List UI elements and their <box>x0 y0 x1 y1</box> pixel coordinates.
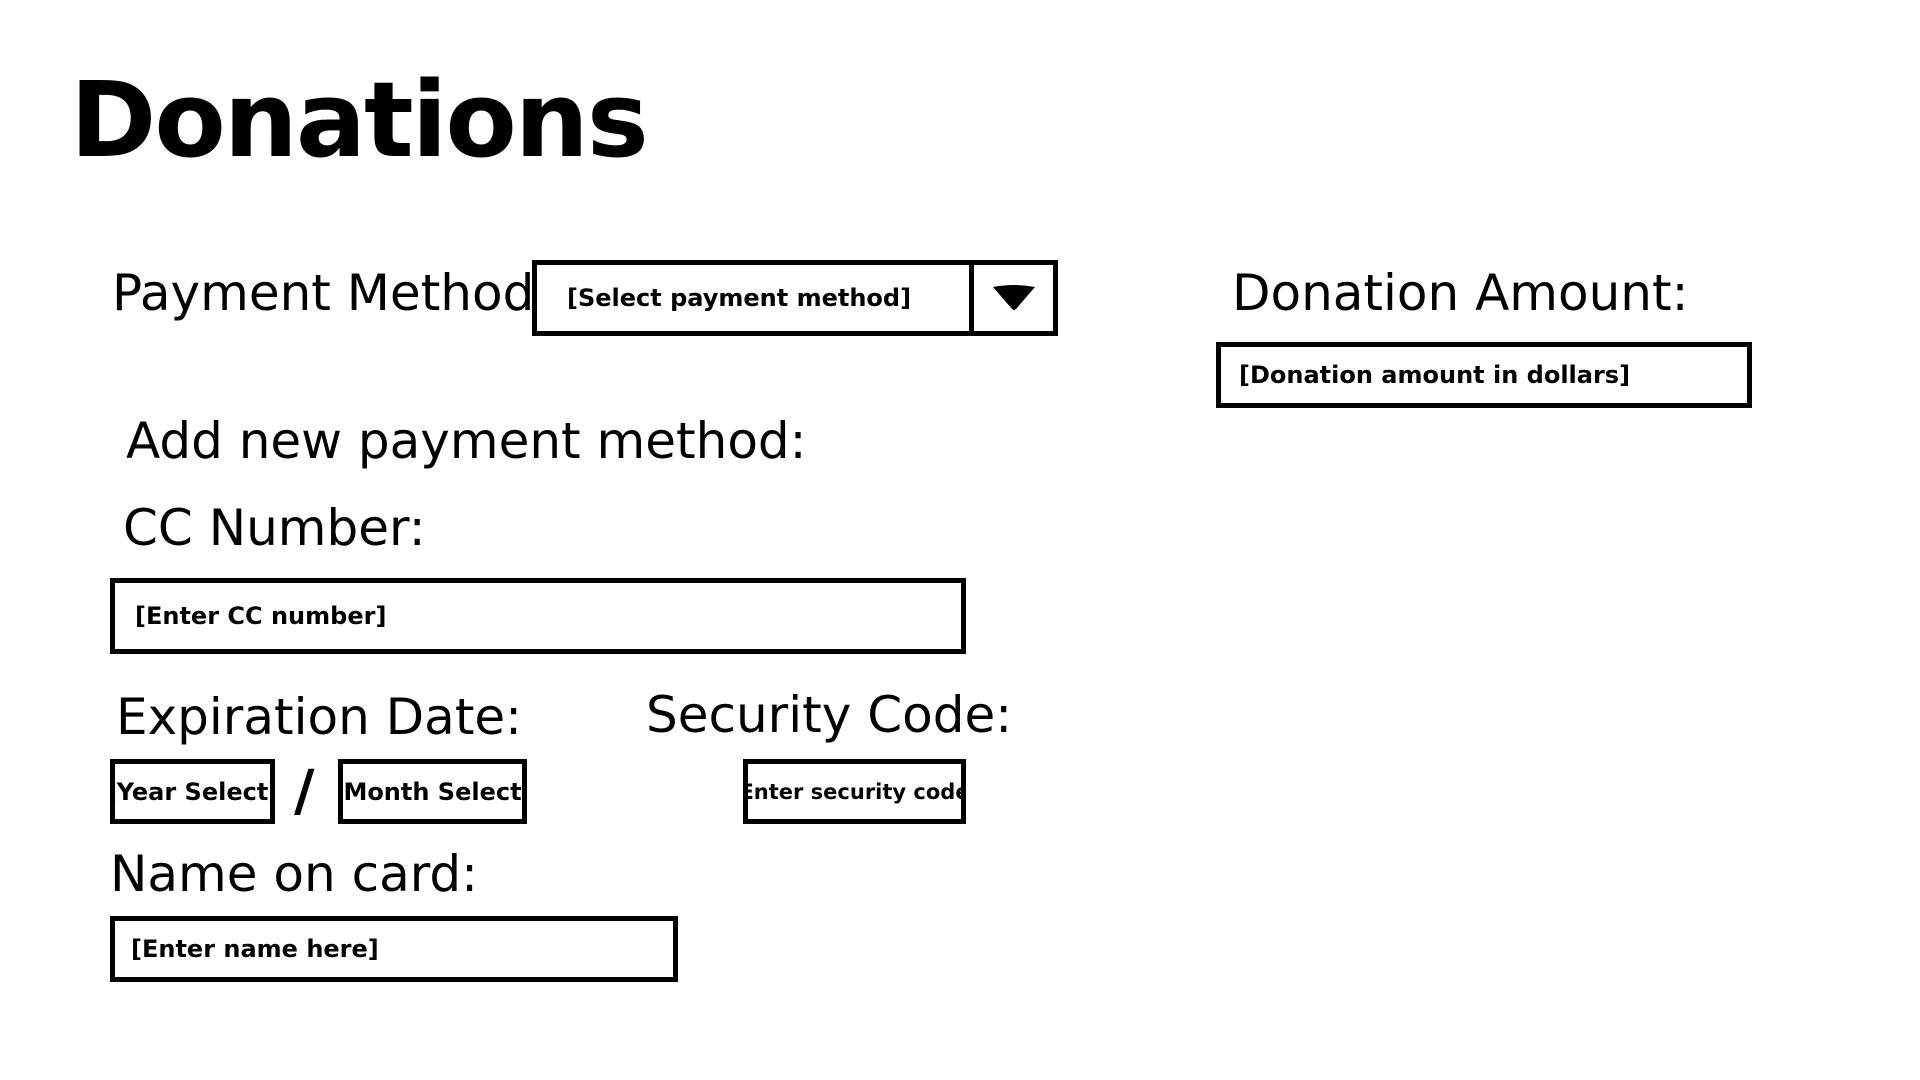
payment-method-select[interactable]: [Select payment method] <box>532 260 1058 336</box>
donation-amount-input[interactable]: [Donation amount in dollars] <box>1216 342 1752 408</box>
cc-number-input[interactable]: [Enter CC number] <box>110 578 966 654</box>
date-separator: / <box>294 759 315 824</box>
year-select-value: [Year Select] <box>110 777 275 806</box>
cc-number-label: CC Number: <box>123 499 426 557</box>
donation-amount-placeholder: [Donation amount in dollars] <box>1239 361 1631 389</box>
cc-number-placeholder: [Enter CC number] <box>135 602 387 630</box>
name-on-card-input[interactable]: [Enter name here] <box>110 916 678 982</box>
caret-down-icon <box>992 285 1035 310</box>
security-code-placeholder: [Enter security code] <box>748 779 961 804</box>
year-select[interactable]: [Year Select] <box>110 759 275 824</box>
month-select[interactable]: [Month Select] <box>338 759 527 824</box>
security-code-input[interactable]: [Enter security code] <box>743 759 966 824</box>
security-code-label: Security Code: <box>646 686 1013 744</box>
name-on-card-label: Name on card: <box>110 845 478 903</box>
payment-method-dropdown-button[interactable] <box>969 265 1053 331</box>
month-select-value: [Month Select] <box>338 777 527 806</box>
name-on-card-placeholder: [Enter name here] <box>131 935 379 963</box>
payment-method-label: Payment Method: <box>112 264 552 322</box>
donation-amount-label: Donation Amount: <box>1232 264 1689 322</box>
expiration-date-label: Expiration Date: <box>116 688 523 746</box>
page-title: Donations <box>70 59 649 181</box>
add-payment-method-heading: Add new payment method: <box>126 412 807 470</box>
payment-method-select-value: [Select payment method] <box>567 284 912 312</box>
